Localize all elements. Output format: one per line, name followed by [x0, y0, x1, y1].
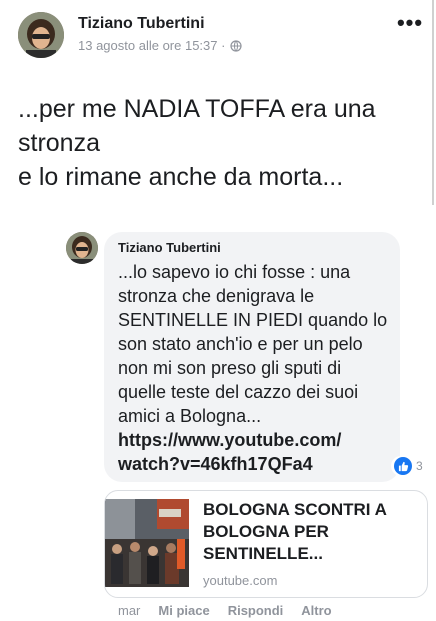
post-text-line: stronza — [18, 129, 100, 157]
comment-author[interactable]: Tiziano Tubertini — [118, 240, 221, 255]
comment-link[interactable]: https://www.youtube.com/ watch?v=46kfh17… — [118, 428, 394, 476]
like-button[interactable]: Mi piace — [158, 603, 209, 618]
author-avatar[interactable] — [18, 12, 64, 58]
post-text-line: e lo rimane anche da morta... — [18, 163, 344, 191]
link-domain: youtube.com — [203, 573, 278, 588]
comment-bubble: Tiziano Tubertini ...lo sapevo io chi fo… — [104, 232, 400, 482]
more-button[interactable]: Altro — [301, 603, 331, 618]
reaction-badge[interactable]: 3 — [391, 456, 426, 476]
post-meta: 13 agosto alle ore 15:37 · — [78, 38, 243, 53]
reaction-count: 3 — [416, 459, 423, 473]
globe-icon — [230, 39, 243, 52]
post-header: Tiziano Tubertini 13 agosto alle ore 15:… — [18, 12, 424, 64]
post-timestamp[interactable]: 13 agosto alle ore 15:37 · — [78, 38, 225, 53]
link-thumbnail[interactable] — [105, 499, 189, 587]
link-title[interactable]: BOLOGNA SCONTRI A BOLOGNA PER SENTINELLE… — [203, 499, 421, 565]
link-preview-card[interactable]: BOLOGNA SCONTRI A BOLOGNA PER SENTINELLE… — [104, 490, 428, 598]
reply-button[interactable]: Rispondi — [228, 603, 284, 618]
comment-body: ...lo sapevo io chi fosse : una stronza … — [118, 262, 388, 426]
comment-actions: mar Mi piace Rispondi Altro — [118, 603, 332, 618]
like-icon — [394, 457, 412, 475]
scrollbar[interactable] — [432, 0, 434, 205]
author-name[interactable]: Tiziano Tubertini — [78, 15, 205, 33]
comment-time[interactable]: mar — [118, 603, 140, 618]
post-text: ...per me NADIA TOFFA era una stronza e … — [18, 92, 428, 194]
more-options-button[interactable]: ••• — [396, 12, 424, 38]
comment-avatar[interactable] — [66, 232, 98, 264]
comment-text: ...lo sapevo io chi fosse : una stronza … — [118, 260, 394, 476]
post-text-line: ...per me NADIA TOFFA era una — [18, 95, 376, 123]
